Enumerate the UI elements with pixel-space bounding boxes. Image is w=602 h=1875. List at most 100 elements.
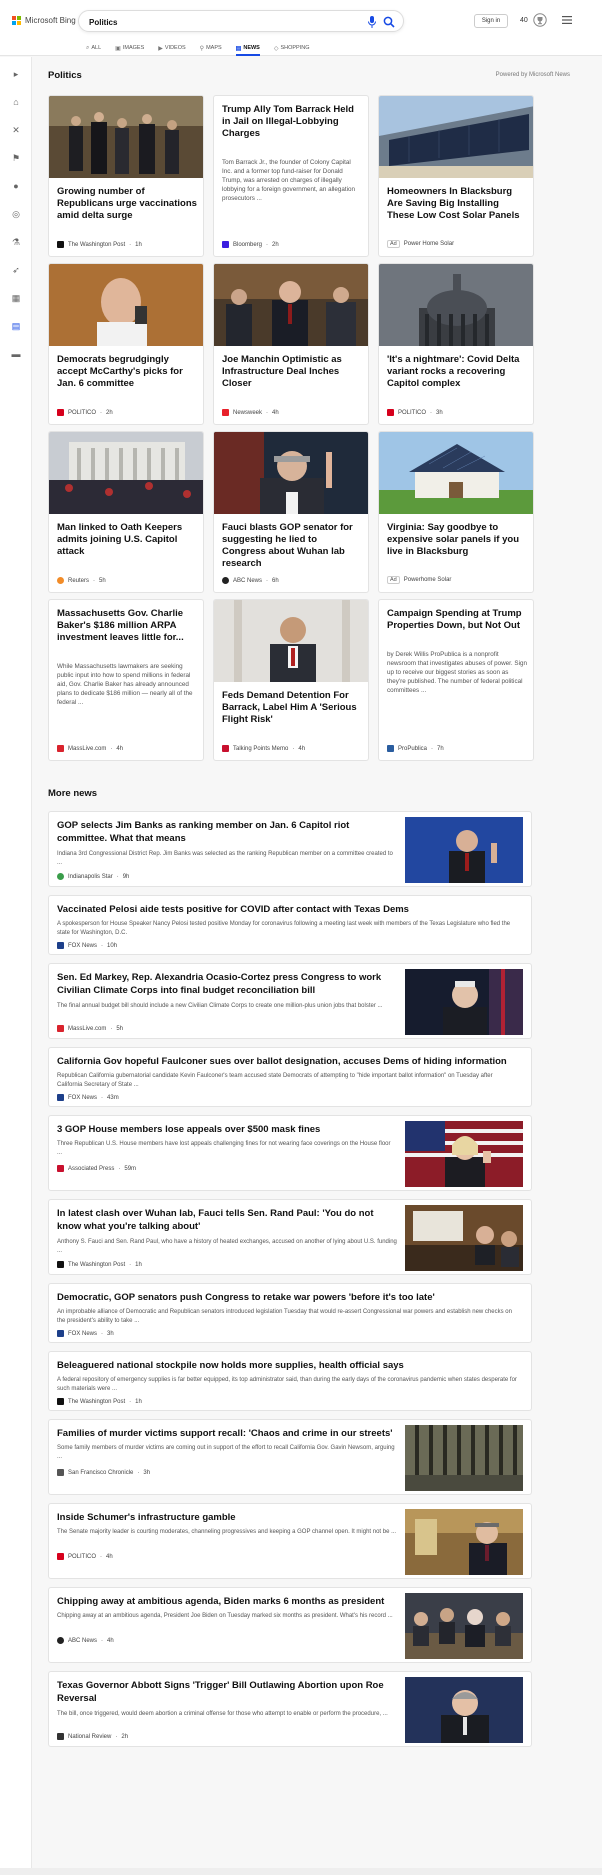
card-icon[interactable]: ▬ xyxy=(9,347,23,361)
hamburger-menu-icon[interactable] xyxy=(562,16,572,24)
item-source[interactable]: MassLive.com · 5h xyxy=(57,1025,123,1032)
item-title[interactable]: California Gov hopeful Faulconer sues ov… xyxy=(57,1056,517,1069)
card-title[interactable]: Feds Demand Detention For Barrack, Label… xyxy=(222,690,362,726)
science-icon[interactable]: ⚗ xyxy=(9,235,23,249)
news-list-item[interactable]: 3 GOP House members lose appeals over $5… xyxy=(48,1115,532,1191)
item-source[interactable]: San Francisco Chronicle · 3h xyxy=(57,1469,150,1476)
item-title[interactable]: Inside Schumer's infrastructure gamble xyxy=(57,1512,397,1525)
card-title[interactable]: Fauci blasts GOP senator for suggesting … xyxy=(222,522,362,570)
news-list-item[interactable]: Vaccinated Pelosi aide tests positive fo… xyxy=(48,895,532,955)
card-source[interactable]: Talking Points Memo · 4h xyxy=(222,745,305,752)
item-source[interactable]: FOX News · 10h xyxy=(57,942,117,949)
tools-icon[interactable]: ✕ xyxy=(9,123,23,137)
item-source[interactable]: FOX News · 43m xyxy=(57,1094,119,1101)
microphone-icon[interactable] xyxy=(367,16,377,28)
card-source[interactable]: POLITICO · 3h xyxy=(387,409,443,416)
tab-all[interactable]: ⌕ ALL xyxy=(86,40,101,56)
item-title[interactable]: 3 GOP House members lose appeals over $5… xyxy=(57,1124,397,1137)
expand-icon[interactable]: ▸ xyxy=(9,67,23,81)
news-list-item[interactable]: Texas Governor Abbott Signs 'Trigger' Bi… xyxy=(48,1671,532,1747)
news-list-item[interactable]: Sen. Ed Markey, Rep. Alexandria Ocasio-C… xyxy=(48,963,532,1039)
publisher-logo-icon xyxy=(57,1553,64,1560)
item-title[interactable]: GOP selects Jim Banks as ranking member … xyxy=(57,820,397,845)
item-title[interactable]: Sen. Ed Markey, Rep. Alexandria Ocasio-C… xyxy=(57,972,397,997)
video-icon[interactable]: ▦ xyxy=(9,291,23,305)
news-list-item[interactable]: Inside Schumer's infrastructure gamble T… xyxy=(48,1503,532,1579)
card-source[interactable]: MassLive.com · 4h xyxy=(57,745,123,752)
news-list-item[interactable]: Democratic, GOP senators push Congress t… xyxy=(48,1283,532,1343)
card-title[interactable]: 'It's a nightmare': Covid Delta variant … xyxy=(387,354,527,390)
item-title[interactable]: Families of murder victims support recal… xyxy=(57,1428,397,1441)
card-title[interactable]: Massachusetts Gov. Charlie Baker's $186 … xyxy=(57,608,197,644)
item-title[interactable]: Beleaguered national stockpile now holds… xyxy=(57,1360,517,1373)
item-source[interactable]: ABC News · 4h xyxy=(57,1637,114,1644)
tab-news[interactable]: ▤ NEWS xyxy=(235,40,261,56)
search-icon[interactable] xyxy=(383,16,395,28)
item-source[interactable]: National Review · 2h xyxy=(57,1733,128,1740)
item-title[interactable]: Chipping away at ambitious agenda, Biden… xyxy=(57,1596,397,1609)
item-title[interactable]: Texas Governor Abbott Signs 'Trigger' Bi… xyxy=(57,1680,397,1705)
tab-images[interactable]: ▣ IMAGES xyxy=(115,40,144,56)
card-title[interactable]: Democrats begrudgingly accept McCarthy's… xyxy=(57,354,197,390)
item-title[interactable]: In latest clash over Wuhan lab, Fauci te… xyxy=(57,1208,397,1233)
home-icon[interactable]: ⌂ xyxy=(9,95,23,109)
item-source[interactable]: The Washington Post · 1h xyxy=(57,1398,142,1405)
card-source[interactable]: Ad Power Home Solar xyxy=(387,240,454,248)
news-list-item[interactable]: Chipping away at ambitious agenda, Biden… xyxy=(48,1587,532,1663)
sign-in-button[interactable]: Sign in xyxy=(474,14,508,28)
card-source[interactable]: The Washington Post · 1h xyxy=(57,241,142,248)
card-title[interactable]: Trump Ally Tom Barrack Held in Jail on I… xyxy=(222,104,362,140)
card-title[interactable]: Man linked to Oath Keepers admits joinin… xyxy=(57,522,197,558)
card-title[interactable]: Joe Manchin Optimistic as Infrastructure… xyxy=(222,354,362,390)
item-source[interactable]: Associated Press · 59m xyxy=(57,1165,136,1172)
item-source[interactable]: FOX News · 3h xyxy=(57,1330,114,1337)
item-source[interactable]: Indianapolis Star · 9h xyxy=(57,873,129,880)
rewards-count[interactable]: 40 xyxy=(520,17,528,24)
tab-shopping[interactable]: ◇ SHOPPING xyxy=(274,40,310,56)
card-source[interactable]: ProPublica · 7h xyxy=(387,745,444,752)
tab-videos[interactable]: ▶ VIDEOS xyxy=(158,40,185,56)
news-card[interactable]: Joe Manchin Optimistic as Infrastructure… xyxy=(213,263,369,425)
news-list-item[interactable]: Beleaguered national stockpile now holds… xyxy=(48,1351,532,1411)
card-title[interactable]: Campaign Spending at Trump Properties Do… xyxy=(387,608,527,632)
card-source[interactable]: POLITICO · 2h xyxy=(57,409,113,416)
card-source[interactable]: ABC News · 6h xyxy=(222,577,279,584)
flag-icon[interactable]: ⚑ xyxy=(9,151,23,165)
search-input[interactable] xyxy=(89,15,339,29)
card-title[interactable]: Homeowners In Blacksburg Are Saving Big … xyxy=(387,186,527,222)
item-title[interactable]: Vaccinated Pelosi aide tests positive fo… xyxy=(57,904,517,917)
search-box[interactable] xyxy=(78,10,404,32)
card-title[interactable]: Growing number of Republicans urge vacci… xyxy=(57,186,197,222)
news-card[interactable]: Man linked to Oath Keepers admits joinin… xyxy=(48,431,204,593)
rocket-icon[interactable]: ➶ xyxy=(9,263,23,277)
news-card[interactable]: Democrats begrudgingly accept McCarthy's… xyxy=(48,263,204,425)
news-card[interactable]: Feds Demand Detention For Barrack, Label… xyxy=(213,599,369,761)
tab-maps[interactable]: ⚲ MAPS xyxy=(200,40,222,56)
card-source[interactable]: Ad Powerhome Solar xyxy=(387,576,451,584)
item-title[interactable]: Democratic, GOP senators push Congress t… xyxy=(57,1292,517,1305)
news-list-item[interactable]: Families of murder victims support recal… xyxy=(48,1419,532,1495)
news-card[interactable]: Trump Ally Tom Barrack Held in Jail on I… xyxy=(213,95,369,257)
news-list-item[interactable]: In latest clash over Wuhan lab, Fauci te… xyxy=(48,1199,532,1275)
card-source[interactable]: Bloomberg · 2h xyxy=(222,241,279,248)
item-source[interactable]: POLITICO · 4h xyxy=(57,1553,113,1560)
news-icon[interactable]: ▤ xyxy=(9,319,23,333)
news-card[interactable]: 'It's a nightmare': Covid Delta variant … xyxy=(378,263,534,425)
card-title[interactable]: Virginia: Say goodbye to expensive solar… xyxy=(387,522,527,558)
location-icon[interactable]: ● xyxy=(9,179,23,193)
news-card[interactable]: Fauci blasts GOP senator for suggesting … xyxy=(213,431,369,593)
bing-logo[interactable]: Microsoft Bing xyxy=(12,16,76,25)
item-source[interactable]: The Washington Post · 1h xyxy=(57,1261,142,1268)
search-scope-tabs: ⌕ ALL ▣ IMAGES ▶ VIDEOS ⚲ MAPS ▤ NEWS ◇ SHOPPI… xyxy=(86,40,310,56)
sponsored-card[interactable]: Homeowners In Blacksburg Are Saving Big … xyxy=(378,95,534,257)
news-card[interactable]: Massachusetts Gov. Charlie Baker's $186 … xyxy=(48,599,204,761)
news-card[interactable]: Campaign Spending at Trump Properties Do… xyxy=(378,599,534,761)
news-card[interactable]: Growing number of Republicans urge vacci… xyxy=(48,95,204,257)
sponsored-card[interactable]: Virginia: Say goodbye to expensive solar… xyxy=(378,431,534,593)
card-source[interactable]: Newsweek · 4h xyxy=(222,409,279,416)
news-list-item[interactable]: GOP selects Jim Banks as ranking member … xyxy=(48,811,532,887)
news-list-item[interactable]: California Gov hopeful Faulconer sues ov… xyxy=(48,1047,532,1107)
globe-icon[interactable]: ◎ xyxy=(9,207,23,221)
card-source[interactable]: Reuters · 5h xyxy=(57,577,106,584)
rewards-trophy-icon[interactable] xyxy=(533,13,547,27)
